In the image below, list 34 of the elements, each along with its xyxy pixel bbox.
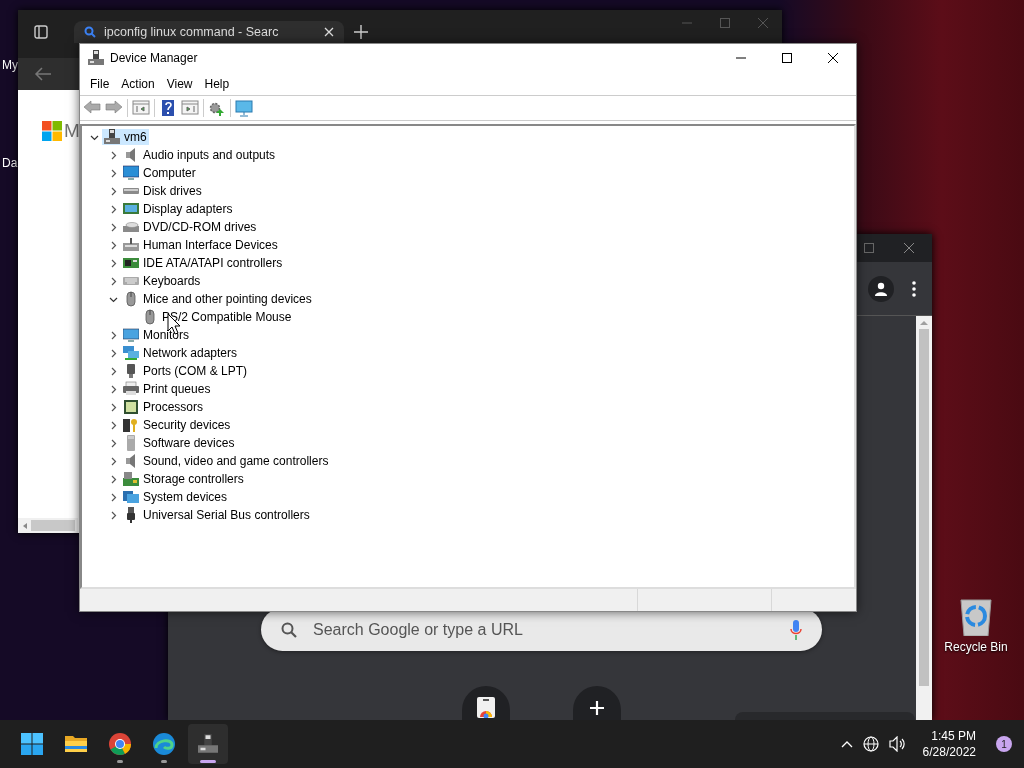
logo-text: M [64, 120, 80, 142]
tree-item[interactable]: Ports (COM & LPT) [121, 363, 249, 379]
tree-item[interactable]: Software devices [121, 435, 237, 451]
tree-item[interactable]: Disk drives [121, 183, 204, 199]
tree-item[interactable]: Computer [121, 165, 198, 181]
browser-tab[interactable]: ipconfig linux command - Searc [74, 21, 344, 43]
tree-item[interactable]: DVD/CD-ROM drives [121, 219, 259, 235]
tree-item[interactable]: Storage controllers [121, 471, 246, 487]
tree-item[interactable]: Audio inputs and outputs [121, 147, 278, 163]
tree-item[interactable]: Universal Serial Bus controllers [121, 507, 312, 523]
menu-item[interactable]: File [84, 76, 116, 91]
desktop-icon-label[interactable]: Recycle Bin [944, 640, 1008, 654]
tree-item[interactable]: System devices [121, 489, 230, 505]
clock-time[interactable]: 1:45 PM [931, 728, 976, 744]
desktop-icon-label[interactable]: Da [2, 156, 18, 170]
tree-item[interactable]: Keyboards [121, 273, 203, 289]
tree-item[interactable]: IDE ATA/ATAPI controllers [121, 255, 285, 271]
tree-item[interactable]: Monitors [121, 327, 191, 343]
tree-item[interactable]: Processors [121, 399, 206, 415]
notification-badge[interactable]: 1 [996, 736, 1012, 752]
desktop-icon-label[interactable]: My [2, 58, 18, 72]
menu-item[interactable]: View [160, 76, 199, 91]
tree-item[interactable]: Print queues [121, 381, 213, 397]
tree-item[interactable]: Display adapters [121, 201, 235, 217]
menu-item[interactable]: Action [115, 76, 161, 91]
tree-item[interactable]: Human Interface Devices [121, 237, 280, 253]
tree-item[interactable]: Network adapters [121, 345, 240, 361]
window-title: Device Manager [110, 51, 199, 65]
menu-item[interactable]: Help [198, 76, 236, 91]
clock-date[interactable]: 6/28/2022 [922, 744, 976, 760]
tree-item[interactable]: vm6 [102, 129, 149, 145]
tree-item[interactable]: Sound, video and game controllers [121, 453, 331, 469]
tree-item[interactable]: Security devices [121, 417, 233, 433]
tree-item[interactable]: Mice and other pointing devices [121, 291, 314, 307]
